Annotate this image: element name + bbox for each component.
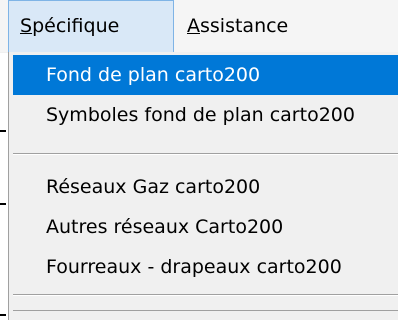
menu-specifique[interactable]: Spécifique	[8, 0, 174, 53]
background-edge-mark	[0, 130, 6, 132]
menu-item-autres-reseaux-carto200[interactable]: Autres réseaux Carto200	[13, 207, 398, 247]
menu-assistance-mnemonic: A	[187, 15, 200, 37]
background-edge-mark	[0, 203, 6, 205]
menu-separator	[13, 153, 398, 155]
menu-item-reseaux-gaz-carto200[interactable]: Réseaux Gaz carto200	[13, 167, 398, 207]
menu-bar: Spécifique Assistance	[0, 0, 398, 53]
menu-bottom-edge	[13, 310, 398, 311]
menu-specifique-mnemonic: S	[20, 15, 33, 37]
background-edge-mark	[0, 314, 6, 316]
menu-separator	[13, 294, 398, 296]
menu-assistance-label: ssistance	[200, 15, 289, 37]
menu-specifique-label: pécifique	[32, 15, 120, 37]
menu-item-symboles-fond-de-plan-carto200[interactable]: Symboles fond de plan carto200	[13, 95, 398, 135]
specifique-dropdown-menu: Fond de plan carto200 Symboles fond de p…	[8, 52, 398, 320]
menu-assistance[interactable]: Assistance	[187, 0, 288, 52]
menu-item-fourreaux-drapeaux-carto200[interactable]: Fourreaux - drapeaux carto200	[13, 247, 398, 287]
menu-item-fond-de-plan-carto200[interactable]: Fond de plan carto200	[13, 55, 398, 95]
